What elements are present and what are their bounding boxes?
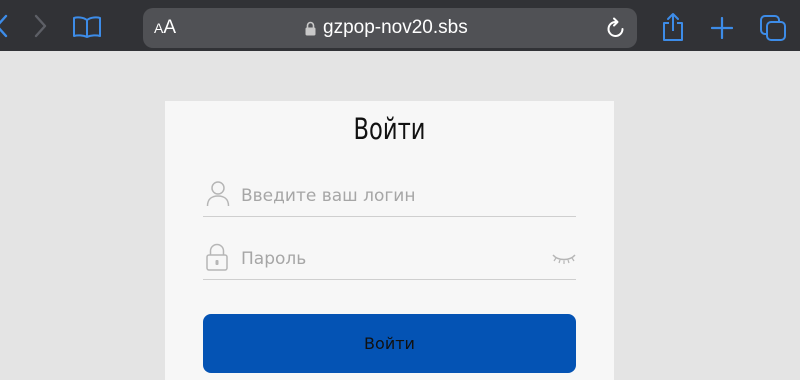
login-field[interactable] bbox=[203, 176, 576, 217]
eye-closed-icon[interactable] bbox=[552, 253, 576, 265]
login-card: Войти Войти bbox=[165, 101, 614, 380]
login-button[interactable]: Войти bbox=[203, 314, 576, 373]
chevron-right-icon[interactable] bbox=[34, 14, 48, 38]
url-text: gzpop-nov20.sbs bbox=[323, 17, 468, 38]
chevron-left-icon[interactable] bbox=[0, 14, 8, 38]
browser-toolbar: AA gzpop-nov20.sbs bbox=[0, 0, 800, 51]
padlock-icon bbox=[206, 243, 228, 271]
plus-icon[interactable] bbox=[711, 17, 733, 39]
page-title: Войти bbox=[353, 112, 426, 146]
share-icon[interactable] bbox=[661, 12, 685, 42]
address-bar[interactable]: AA gzpop-nov20.sbs bbox=[143, 8, 637, 48]
url-display[interactable]: gzpop-nov20.sbs bbox=[305, 17, 468, 39]
password-input[interactable] bbox=[241, 245, 541, 273]
book-icon[interactable] bbox=[72, 15, 102, 39]
text-size-button[interactable]: AA bbox=[154, 17, 176, 39]
reload-icon[interactable] bbox=[606, 17, 626, 39]
login-input[interactable] bbox=[241, 182, 541, 210]
user-icon bbox=[206, 181, 230, 207]
password-field[interactable] bbox=[203, 239, 576, 280]
lock-icon bbox=[305, 21, 316, 35]
tabs-icon[interactable] bbox=[760, 15, 787, 42]
